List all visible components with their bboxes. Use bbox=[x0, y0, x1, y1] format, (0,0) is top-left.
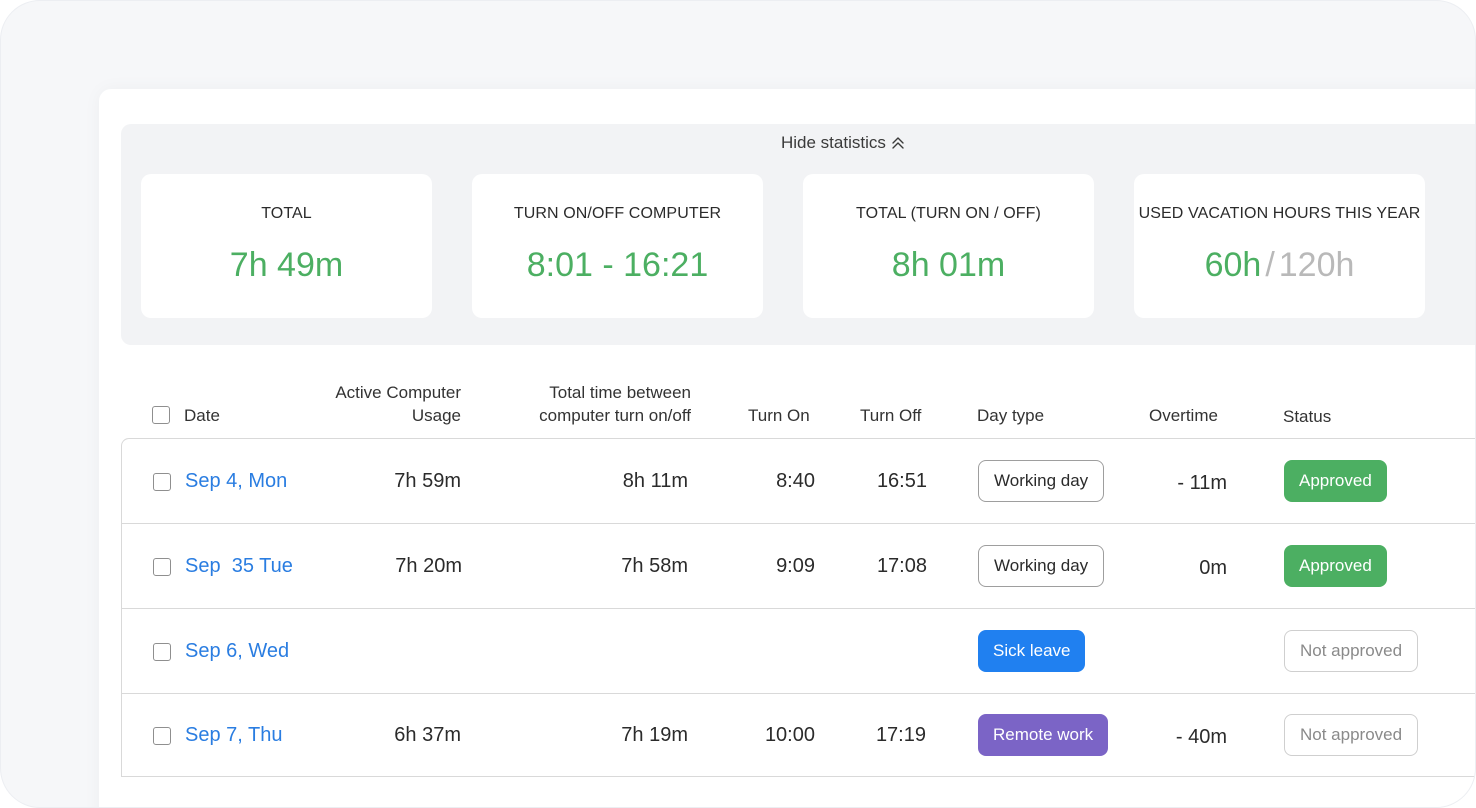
double-chevron-up-icon bbox=[892, 137, 904, 149]
row-turn-off: 17:19 bbox=[875, 723, 926, 746]
row-overtime: 0m bbox=[1199, 556, 1227, 579]
row-date-link[interactable]: Sep 6, Wed bbox=[185, 609, 289, 693]
row-turn-on: 8:40 bbox=[776, 469, 815, 492]
header-overtime: Overtime bbox=[1149, 406, 1218, 425]
row-turn-on: 9:09 bbox=[776, 554, 815, 577]
hide-statistics-label: Hide statistics bbox=[781, 133, 886, 152]
row-day-type-cell: Working day bbox=[978, 524, 1105, 608]
row-checkbox[interactable] bbox=[153, 727, 171, 745]
status-badge[interactable]: Not approved bbox=[1284, 714, 1419, 756]
stat-value: 7h 49m bbox=[229, 246, 344, 284]
row-status-cell: Not approved bbox=[1284, 694, 1419, 776]
row-checkbox[interactable] bbox=[153, 473, 171, 491]
day-type-sick-leave[interactable]: Sick leave bbox=[978, 630, 1086, 672]
header-active-usage: Active Computer Usage bbox=[301, 381, 461, 427]
row-active-usage: 6h 37m bbox=[394, 723, 461, 746]
row-overtime: - 11m bbox=[1177, 471, 1227, 494]
row-turn-off: 17:08 bbox=[876, 554, 927, 577]
header-day-type: Day type bbox=[977, 406, 1045, 425]
stat-label: TURN ON/OFF COMPUTER bbox=[513, 205, 722, 222]
row-active-usage: 7h 20m bbox=[395, 554, 462, 577]
row-status-cell: Approved bbox=[1284, 524, 1387, 608]
timesheet-rows: Sep 4, Mon 7h 59m 8h 11m 8:40 16:51 Work… bbox=[121, 438, 1475, 777]
row-checkbox[interactable] bbox=[153, 643, 171, 661]
day-type-remote-work[interactable]: Remote work bbox=[978, 714, 1109, 756]
app-frame: Hide statistics TOTAL 7h 49m TURN ON/OFF… bbox=[0, 0, 1476, 808]
header-status: Status bbox=[1283, 407, 1332, 426]
header-active-usage-line1: Active Computer bbox=[335, 383, 461, 402]
statistics-section: Hide statistics TOTAL 7h 49m TURN ON/OFF… bbox=[121, 124, 1475, 345]
timesheet-panel: Hide statistics TOTAL 7h 49m TURN ON/OFF… bbox=[99, 89, 1475, 807]
row-status-cell: Approved bbox=[1284, 439, 1387, 523]
header-total-between: Total time between computer turn on/off bbox=[491, 381, 691, 427]
status-badge[interactable]: Approved bbox=[1284, 460, 1387, 502]
row-date-link[interactable]: Sep 7, Thu bbox=[185, 694, 282, 776]
stat-value-vacation: 60h/120h bbox=[1134, 246, 1425, 285]
day-type-working[interactable]: Working day bbox=[978, 460, 1105, 502]
row-date-link[interactable]: Sep 35 Tue bbox=[185, 524, 293, 608]
header-turn-off: Turn Off bbox=[860, 406, 922, 425]
status-badge[interactable]: Approved bbox=[1284, 545, 1387, 587]
row-checkbox[interactable] bbox=[153, 558, 171, 576]
vacation-used: 60h bbox=[1204, 246, 1262, 284]
hide-statistics-toggle[interactable]: Hide statistics bbox=[781, 133, 906, 153]
header-active-usage-line2: Usage bbox=[411, 406, 461, 425]
row-day-type-cell: Working day bbox=[978, 439, 1105, 523]
stat-value: 8h 01m bbox=[891, 246, 1006, 284]
table-row: Sep 4, Mon 7h 59m 8h 11m 8:40 16:51 Work… bbox=[122, 439, 1475, 524]
row-day-type-cell: Sick leave bbox=[978, 609, 1086, 693]
header-total-between-line2: computer turn on/off bbox=[539, 406, 691, 425]
table-header: Date Active Computer Usage Total time be… bbox=[121, 374, 1475, 438]
stat-label: TOTAL (TURN ON / OFF) bbox=[856, 205, 1041, 222]
select-all-checkbox[interactable] bbox=[152, 406, 170, 424]
row-status-cell: Not approved bbox=[1284, 609, 1419, 693]
table-row: Sep 6, Wed Sick leave Not approved bbox=[122, 609, 1475, 694]
stat-label: TOTAL bbox=[261, 205, 312, 222]
row-total-between: 7h 58m bbox=[621, 554, 688, 577]
header-date: Date bbox=[184, 406, 220, 425]
header-total-between-line1: Total time between bbox=[549, 383, 691, 402]
stat-card-vacation-hours: USED VACATION HOURS THIS YEAR 60h/120h bbox=[1134, 174, 1425, 318]
row-date-link[interactable]: Sep 4, Mon bbox=[185, 439, 287, 523]
stat-card-total-turn-on-off: TOTAL (TURN ON / OFF) 8h 01m bbox=[803, 174, 1094, 318]
row-active-usage: 7h 59m bbox=[394, 469, 461, 492]
stat-value: 8:01 - 16:21 bbox=[526, 246, 709, 284]
header-turn-on: Turn On bbox=[748, 406, 810, 425]
row-total-between: 8h 11m bbox=[622, 469, 688, 492]
table-row: Sep 35 Tue 7h 20m 7h 58m 9:09 17:08 Work… bbox=[122, 524, 1475, 609]
stat-label: USED VACATION HOURS THIS YEAR bbox=[1138, 205, 1421, 222]
row-total-between: 7h 19m bbox=[621, 723, 688, 746]
stat-card-turn-on-off: TURN ON/OFF COMPUTER 8:01 - 16:21 bbox=[472, 174, 763, 318]
row-overtime: - 40m bbox=[1175, 725, 1227, 748]
vacation-total: 120h bbox=[1278, 246, 1355, 284]
stat-card-total: TOTAL 7h 49m bbox=[141, 174, 432, 318]
row-turn-on: 10:00 bbox=[764, 723, 815, 746]
row-turn-off: 16:51 bbox=[876, 469, 927, 492]
row-day-type-cell: Remote work bbox=[978, 694, 1109, 776]
status-badge[interactable]: Not approved bbox=[1284, 630, 1419, 672]
day-type-working[interactable]: Working day bbox=[978, 545, 1105, 587]
vacation-separator: / bbox=[1265, 246, 1275, 284]
table-row: Sep 7, Thu 6h 37m 7h 19m 10:00 17:19 Rem… bbox=[122, 694, 1475, 777]
